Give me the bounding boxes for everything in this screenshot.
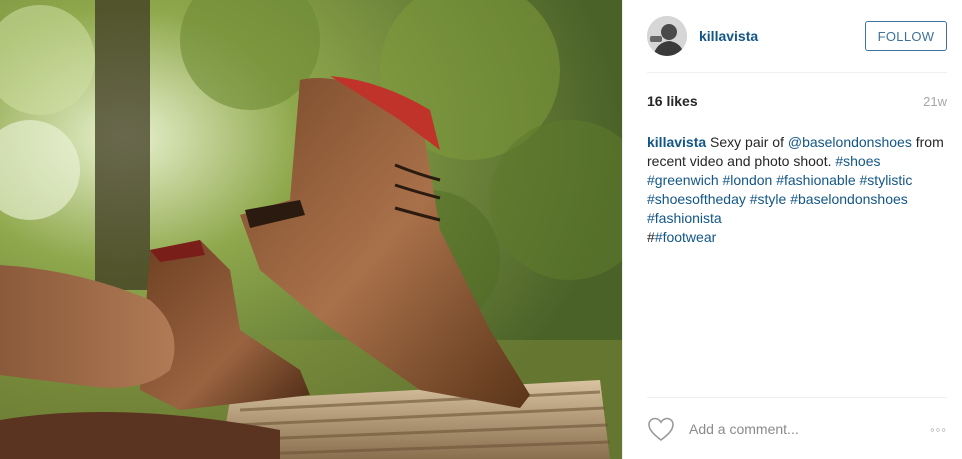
post-age[interactable]: 21w <box>923 94 947 109</box>
hashtag[interactable]: #london <box>723 172 773 188</box>
likes-count[interactable]: 16 likes <box>647 93 698 109</box>
shoes-photo-illustration <box>0 0 622 459</box>
caption-text: Sexy pair of <box>706 134 788 150</box>
hashtag[interactable]: #fashionable <box>776 172 855 188</box>
hashtag[interactable]: #greenwich <box>647 172 719 188</box>
post-caption: killavista Sexy pair of @baselondonshoes… <box>647 133 947 247</box>
post-sidebar: killavista FOLLOW 16 likes 21w killavist… <box>622 0 962 459</box>
hashtag[interactable]: #style <box>750 191 787 207</box>
instagram-post: killavista FOLLOW 16 likes 21w killavist… <box>0 0 962 459</box>
hashtag-prefix: # <box>647 229 655 245</box>
comment-input[interactable] <box>689 421 931 437</box>
post-photo[interactable] <box>0 0 622 459</box>
hashtag[interactable]: #fashionista <box>647 210 722 226</box>
post-stats: 16 likes 21w <box>647 93 947 109</box>
caption-mention[interactable]: @baselondonshoes <box>788 134 912 150</box>
caption-author[interactable]: killavista <box>647 134 706 150</box>
hashtag[interactable]: #footwear <box>655 229 716 245</box>
comment-bar: ◦◦◦ <box>647 397 947 459</box>
hashtag[interactable]: #stylistic <box>860 172 913 188</box>
avatar[interactable] <box>647 16 687 56</box>
heart-outline-icon[interactable] <box>647 416 675 442</box>
post-header: killavista FOLLOW <box>647 0 947 73</box>
post-username[interactable]: killavista <box>699 28 865 44</box>
hashtag[interactable]: #shoes <box>835 153 880 169</box>
hashtag[interactable]: #baselondonshoes <box>790 191 908 207</box>
more-options-icon[interactable]: ◦◦◦ <box>930 422 947 437</box>
follow-button[interactable]: FOLLOW <box>865 21 947 51</box>
hashtag[interactable]: #shoesoftheday <box>647 191 746 207</box>
avatar-image <box>647 16 687 56</box>
